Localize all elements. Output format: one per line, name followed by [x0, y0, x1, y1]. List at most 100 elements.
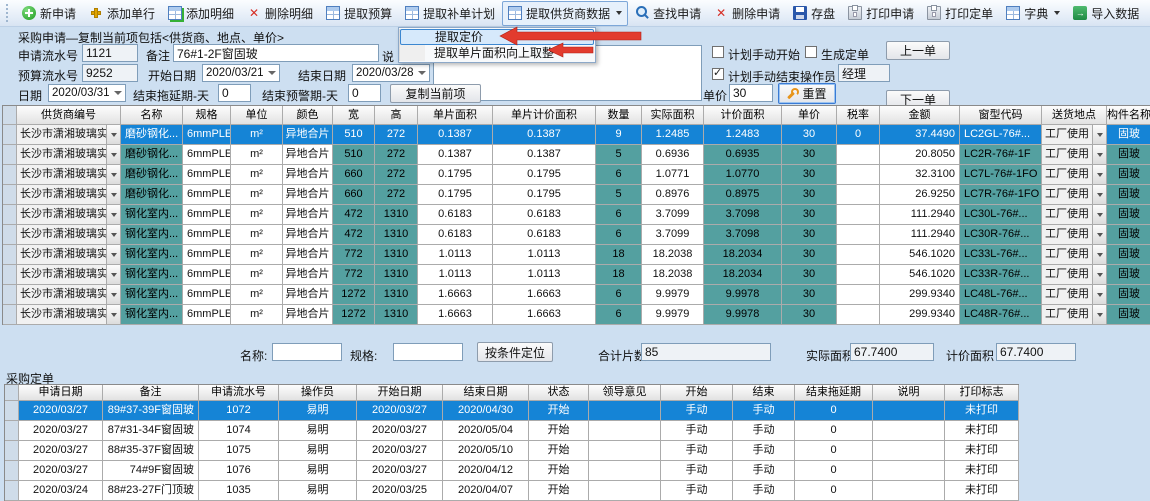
- table-row[interactable]: 2020/03/2787#31-34F窗固玻1074易明2020/03/2720…: [5, 421, 1019, 441]
- table-cell-combo[interactable]: 长沙市潇湘玻璃实...: [17, 125, 121, 145]
- toolbar-button[interactable]: 提取预算: [320, 1, 398, 26]
- chevron-down-icon[interactable]: [106, 165, 120, 184]
- chevron-down-icon[interactable]: [1092, 205, 1106, 224]
- chevron-down-icon[interactable]: [1092, 145, 1106, 164]
- table-row[interactable]: 长沙市潇湘玻璃实...磨砂钢化...6mmPLE...m²异地合片5102720…: [3, 145, 1150, 165]
- column-header[interactable]: 备注: [103, 385, 199, 401]
- table-cell-combo[interactable]: 工厂使用: [1042, 225, 1107, 245]
- column-header[interactable]: 单价: [782, 106, 837, 125]
- column-header[interactable]: 结束: [733, 385, 795, 401]
- column-header[interactable]: 结束拖延期: [795, 385, 873, 401]
- chevron-down-icon[interactable]: [1092, 265, 1106, 284]
- chevron-down-icon[interactable]: [1092, 245, 1106, 264]
- table-cell-combo[interactable]: 工厂使用: [1042, 305, 1107, 325]
- column-header[interactable]: 单片面积: [418, 106, 493, 125]
- remark-field[interactable]: [173, 44, 379, 62]
- column-header[interactable]: 颜色: [283, 106, 333, 125]
- table-row[interactable]: 长沙市潇湘玻璃实...钢化室内...6mmPLE...m²异地合片4721310…: [3, 205, 1150, 225]
- toolbar-button[interactable]: 新申请: [16, 1, 82, 26]
- chevron-down-icon[interactable]: [1092, 305, 1106, 324]
- toolbar-button[interactable]: 提取补单计划: [399, 1, 501, 26]
- table-cell-combo[interactable]: 长沙市潇湘玻璃实...: [17, 165, 121, 185]
- table-row[interactable]: 2020/03/2774#9F窗固玻1076易明2020/03/272020/0…: [5, 461, 1019, 481]
- table-row[interactable]: 长沙市潇湘玻璃实...磨砂钢化...6mmPLE...m²异地合片6602720…: [3, 165, 1150, 185]
- toolbar-button[interactable]: 查找申请: [629, 1, 707, 26]
- table-row[interactable]: 长沙市潇湘玻璃实...钢化室内...6mmPLE...m²异地合片1272131…: [3, 285, 1150, 305]
- toolbar-button[interactable]: 打印定单: [921, 1, 999, 26]
- end-date-select[interactable]: 2020/03/28: [352, 64, 430, 82]
- column-header[interactable]: 状态: [529, 385, 589, 401]
- table-cell-combo[interactable]: 长沙市潇湘玻璃实...: [17, 245, 121, 265]
- column-header[interactable]: 开始: [661, 385, 733, 401]
- table-cell-combo[interactable]: 长沙市潇湘玻璃实...: [17, 265, 121, 285]
- unit-price-field[interactable]: [729, 84, 773, 102]
- table-cell-combo[interactable]: 长沙市潇湘玻璃实...: [17, 285, 121, 305]
- plan-end-checkbox[interactable]: [712, 68, 724, 80]
- column-header[interactable]: 操作员: [279, 385, 357, 401]
- toolbar-button[interactable]: 存盘: [787, 1, 841, 26]
- table-row[interactable]: 2020/03/2488#23-27F门顶玻1035易明2020/03/2520…: [5, 481, 1019, 501]
- table-cell-combo[interactable]: 长沙市潇湘玻璃实...: [17, 225, 121, 245]
- table-row[interactable]: 长沙市潇湘玻璃实...磨砂钢化...6mmPLE...m²异地合片5102720…: [3, 125, 1150, 145]
- toolbar-button[interactable]: 删除明细: [241, 1, 319, 26]
- table-cell-combo[interactable]: 工厂使用: [1042, 245, 1107, 265]
- operator-field[interactable]: [838, 64, 890, 82]
- table-cell-combo[interactable]: 工厂使用: [1042, 185, 1107, 205]
- toolbar-button[interactable]: 字典: [1000, 1, 1066, 26]
- column-header[interactable]: 高: [375, 106, 418, 125]
- column-header[interactable]: 结束日期: [443, 385, 529, 401]
- table-row[interactable]: 长沙市潇湘玻璃实...钢化室内...6mmPLE...m²异地合片1272131…: [3, 305, 1150, 325]
- chevron-down-icon[interactable]: [106, 225, 120, 244]
- chevron-down-icon[interactable]: [106, 145, 120, 164]
- plan-start-checkbox[interactable]: [712, 46, 724, 58]
- chevron-down-icon[interactable]: [1092, 225, 1106, 244]
- menu-item[interactable]: 提取定价: [400, 29, 594, 45]
- locate-button[interactable]: 按条件定位: [477, 342, 553, 362]
- table-cell-combo[interactable]: 长沙市潇湘玻璃实...: [17, 305, 121, 325]
- chevron-down-icon[interactable]: [1092, 165, 1106, 184]
- chevron-down-icon[interactable]: [106, 285, 120, 304]
- chevron-down-icon[interactable]: [1092, 285, 1106, 304]
- column-header[interactable]: 计价面积: [704, 106, 782, 125]
- toolbar-button[interactable]: 添加单行: [83, 1, 161, 26]
- chevron-down-icon[interactable]: [106, 185, 120, 204]
- prev-order-button[interactable]: 上一单: [886, 41, 950, 60]
- budget-number-field[interactable]: [82, 64, 138, 82]
- column-header[interactable]: 供货商编号: [17, 106, 121, 125]
- table-row[interactable]: 2020/03/2788#35-37F窗固玻1075易明2020/03/2720…: [5, 441, 1019, 461]
- serial-number-field[interactable]: [82, 44, 138, 62]
- table-row[interactable]: 长沙市潇湘玻璃实...钢化室内...6mmPLE...m²异地合片7721310…: [3, 245, 1150, 265]
- column-header[interactable]: 构件名称: [1107, 106, 1150, 125]
- table-row[interactable]: 长沙市潇湘玻璃实...钢化室内...6mmPLE...m²异地合片4721310…: [3, 225, 1150, 245]
- column-header[interactable]: 税率: [837, 106, 880, 125]
- column-header[interactable]: 领导意见: [589, 385, 661, 401]
- column-header[interactable]: 规格: [183, 106, 231, 125]
- column-header[interactable]: 金额: [880, 106, 960, 125]
- date-select[interactable]: 2020/03/31: [48, 84, 126, 102]
- toolbar-button[interactable]: 添加明细: [162, 1, 240, 26]
- start-date-select[interactable]: 2020/03/21: [202, 64, 280, 82]
- column-header[interactable]: 申请日期: [19, 385, 103, 401]
- table-row[interactable]: 长沙市潇湘玻璃实...钢化室内...6mmPLE...m²异地合片7721310…: [3, 265, 1150, 285]
- table-cell-combo[interactable]: 工厂使用: [1042, 165, 1107, 185]
- column-header[interactable]: 窗型代码: [960, 106, 1042, 125]
- column-header[interactable]: 说明: [873, 385, 945, 401]
- toolbar-button[interactable]: 提取供货商数据: [502, 1, 628, 26]
- table-cell-combo[interactable]: 长沙市潇湘玻璃实...: [17, 185, 121, 205]
- column-header[interactable]: 申请流水号: [199, 385, 279, 401]
- reset-button[interactable]: 重置: [778, 83, 836, 104]
- toolbar-button[interactable]: 导入数据: [1067, 1, 1145, 26]
- column-header[interactable]: 宽: [333, 106, 375, 125]
- column-header[interactable]: 单位: [231, 106, 283, 125]
- column-header[interactable]: 名称: [121, 106, 183, 125]
- column-header[interactable]: 数量: [596, 106, 642, 125]
- column-header[interactable]: 单片计价面积: [493, 106, 596, 125]
- chevron-down-icon[interactable]: [106, 205, 120, 224]
- column-header[interactable]: 打印标志: [945, 385, 1019, 401]
- chevron-down-icon[interactable]: [1092, 125, 1106, 144]
- delay-days-field[interactable]: [218, 84, 251, 102]
- gen-order-checkbox[interactable]: [805, 46, 817, 58]
- chevron-down-icon[interactable]: [106, 245, 120, 264]
- name-filter-input[interactable]: [272, 343, 342, 361]
- chevron-down-icon[interactable]: [106, 305, 120, 324]
